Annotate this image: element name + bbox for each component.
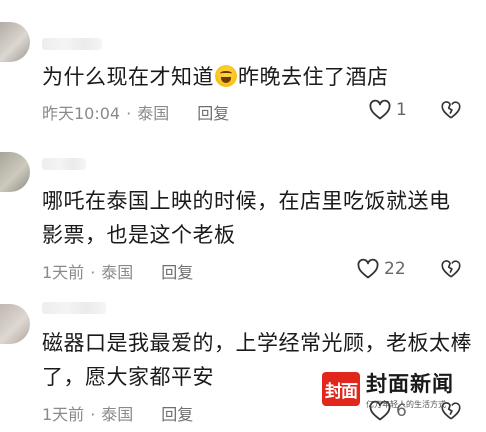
comment-location: 泰国 — [137, 104, 170, 123]
laughing-crying-emoji-icon — [215, 65, 237, 87]
like-button[interactable]: 1 — [368, 98, 407, 122]
reply-button[interactable]: 回复 — [161, 405, 193, 424]
like-count: 22 — [384, 259, 406, 279]
username-blurred[interactable] — [42, 38, 102, 50]
comment-meta: 1天前 · 泰国 回复 — [42, 401, 199, 425]
comment-text: 为什么现在才知道 昨晚去住了酒店 — [42, 65, 389, 89]
broken-heart-icon[interactable] — [440, 258, 462, 280]
broken-heart-icon[interactable] — [440, 99, 462, 121]
avatar[interactable] — [0, 22, 30, 62]
comment-time: 昨天10:04 — [42, 104, 121, 123]
comment-time: 1天前 — [42, 263, 85, 282]
comment-meta: 1天前 · 泰国 回复 — [42, 259, 199, 283]
heart-icon — [357, 258, 379, 279]
like-count: 1 — [396, 100, 407, 120]
watermark-title: 封面新闻 — [366, 371, 454, 396]
meta-separator: · — [126, 104, 132, 123]
watermark-subtitle: 亿万年轻人的生活方式 — [366, 400, 446, 409]
meta-separator: · — [90, 405, 96, 424]
watermark-logo: 封面 — [322, 372, 360, 406]
comment-location: 泰国 — [101, 263, 134, 282]
meta-separator: · — [90, 263, 96, 282]
avatar[interactable] — [0, 304, 30, 344]
username-blurred[interactable] — [42, 302, 106, 314]
reply-button[interactable]: 回复 — [161, 263, 193, 282]
comment-text: 哪吒在泰国上映的时候，在店里吃饭就送电影票，也是这个老板 — [42, 189, 451, 247]
avatar[interactable] — [0, 152, 30, 192]
username-blurred[interactable] — [42, 158, 86, 170]
comment-time: 1天前 — [42, 405, 85, 424]
watermark: 封面 封面新闻 亿万年轻人的生活方式 — [322, 368, 454, 410]
like-button[interactable]: 22 — [356, 257, 406, 281]
reply-button[interactable]: 回复 — [197, 104, 229, 123]
comment-meta: 昨天10:04 · 泰国 回复 — [42, 100, 235, 124]
heart-icon — [369, 99, 391, 120]
comment-location: 泰国 — [101, 405, 134, 424]
